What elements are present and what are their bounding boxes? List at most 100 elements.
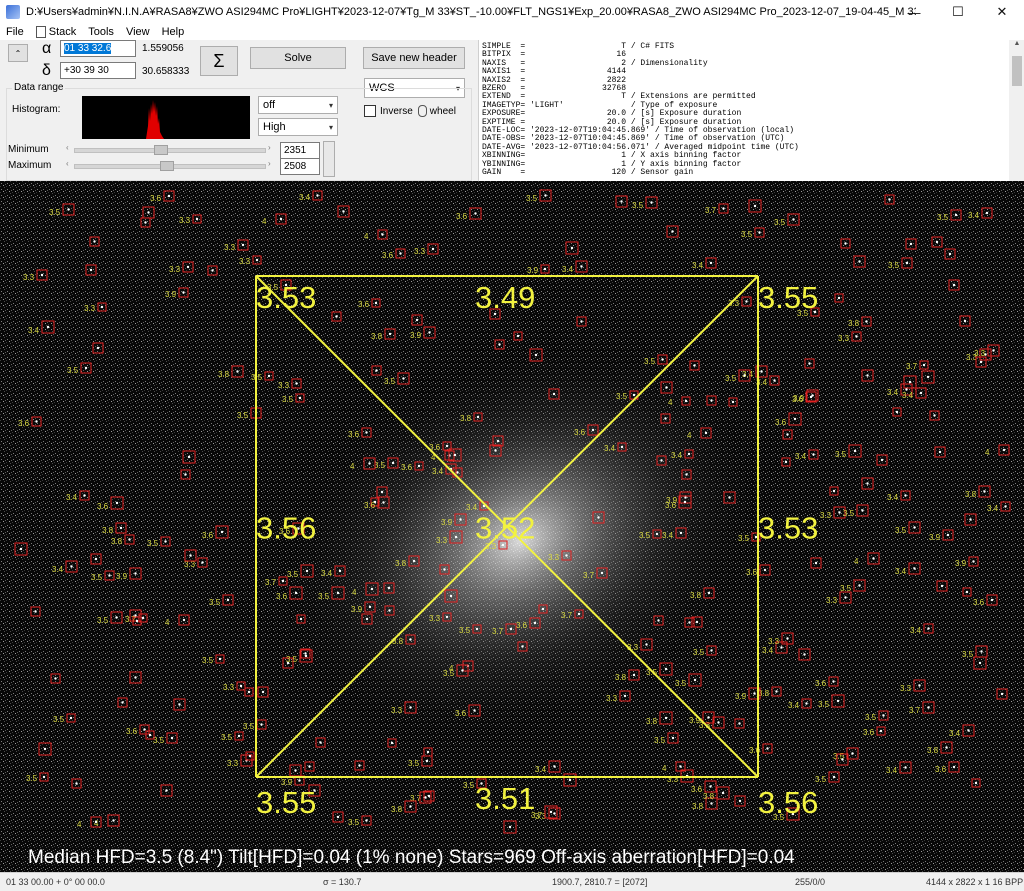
hfd-summary: Median HFD=3.5 (8.4") Tilt[HFD]=0.04 (1%… bbox=[28, 847, 795, 868]
star-hfd-label: 3.6 bbox=[150, 194, 162, 203]
quality-select[interactable]: High ▾ bbox=[258, 118, 338, 136]
minimum-slider[interactable] bbox=[74, 148, 266, 153]
star-hfd-label: 3.4 bbox=[562, 265, 574, 274]
star-hfd-label: 3.6 bbox=[973, 598, 985, 607]
star-hfd-label: 3.5 bbox=[282, 395, 294, 404]
star-dot bbox=[178, 703, 181, 706]
star-hfd-label: 3.7 bbox=[492, 627, 504, 636]
minimize-button[interactable]: — bbox=[892, 0, 936, 24]
star-dot bbox=[261, 690, 265, 694]
star-hfd-label: 3.4 bbox=[321, 569, 333, 578]
maximum-input[interactable]: 2508 bbox=[280, 158, 320, 175]
star-dot bbox=[909, 242, 913, 246]
min-slider-right-arrow[interactable]: › bbox=[268, 143, 271, 152]
star-dot bbox=[241, 243, 245, 247]
tool-panel: ⌃ α δ 01 33 32.6 +30 39 30 1.559056 30.6… bbox=[0, 40, 476, 181]
star-dot bbox=[665, 386, 668, 389]
dec-input[interactable]: +30 39 30 bbox=[60, 62, 136, 79]
min-slider-left-arrow[interactable]: ‹ bbox=[66, 143, 69, 152]
star-dot bbox=[980, 650, 983, 653]
scroll-up-icon[interactable]: ▲ bbox=[1009, 40, 1024, 47]
star-dot bbox=[671, 736, 675, 740]
star-dot bbox=[135, 619, 139, 623]
minimum-input[interactable]: 2351 bbox=[280, 142, 320, 159]
star-dot bbox=[96, 346, 100, 350]
star-dot bbox=[247, 690, 251, 694]
star-dot bbox=[387, 586, 391, 590]
ra-decimal: 1.559056 bbox=[142, 43, 184, 54]
maximize-button[interactable]: ☐ bbox=[936, 0, 980, 24]
star-hfd-label: 3.5 bbox=[384, 377, 396, 386]
star-dot bbox=[553, 812, 556, 815]
star-hfd-label: 3.6 bbox=[358, 300, 370, 309]
star-dot bbox=[93, 240, 96, 243]
star-hfd-label: 3.5 bbox=[725, 374, 737, 383]
app-icon bbox=[6, 5, 20, 19]
star-hfd-label: 3.6 bbox=[97, 502, 109, 511]
star-dot bbox=[454, 535, 458, 539]
image-canvas[interactable]: 3.33.33.63.93.83.53.43.83.73.73.93.53.93… bbox=[0, 181, 1024, 872]
tilt-value-center: 3.52 bbox=[475, 511, 535, 546]
stretch-select[interactable]: off ▾ bbox=[258, 96, 338, 114]
image-viewer[interactable]: 3.3 3.3 3.6 3.9 3.8 3.5 3.4 3.8 3.7 3.7 3.9 3.5 3.9 3… bbox=[0, 181, 1024, 872]
star-hfd-label: 3.5 bbox=[243, 722, 255, 731]
expand-button[interactable]: ⌃ bbox=[8, 44, 28, 62]
star-dot bbox=[927, 627, 930, 630]
star-dot bbox=[972, 560, 975, 563]
star-dot bbox=[70, 565, 73, 568]
star-hfd-label: 3.4 bbox=[604, 444, 616, 453]
star-hfd-label: 3.5 bbox=[463, 781, 475, 790]
star-hfd-label: 3.9 bbox=[955, 559, 967, 568]
star-dot bbox=[134, 614, 137, 617]
star-hfd-label: 3.3 bbox=[239, 257, 251, 266]
minimum-slider-thumb[interactable] bbox=[154, 145, 168, 155]
star-dot bbox=[391, 461, 395, 465]
star-hfd-label: 3.6 bbox=[516, 621, 528, 630]
star-dot bbox=[445, 615, 449, 619]
title-bar: D:¥Users¥admin¥N.I.N.A¥RASA8¥ZWO ASI294M… bbox=[0, 0, 1024, 24]
star-dot bbox=[336, 815, 340, 819]
star-dot bbox=[580, 265, 583, 268]
star-hfd-label: 3.7 bbox=[561, 611, 573, 620]
max-slider-right-arrow[interactable]: › bbox=[268, 159, 271, 168]
star-dot bbox=[695, 620, 699, 624]
menu-stack[interactable]: Stack bbox=[30, 26, 83, 38]
maximum-slider-thumb[interactable] bbox=[160, 161, 174, 171]
menu-tools[interactable]: Tools bbox=[82, 26, 120, 38]
save-header-button[interactable]: Save new header bbox=[363, 47, 465, 69]
star-hfd-label: 3.6 bbox=[18, 419, 30, 428]
range-spinner[interactable] bbox=[323, 141, 335, 177]
ra-input[interactable]: 01 33 32.6 bbox=[60, 40, 136, 57]
header-scrollbar-thumb[interactable] bbox=[1012, 56, 1022, 86]
star-dot bbox=[494, 449, 497, 452]
star-hfd-label: 3.8 bbox=[395, 559, 407, 568]
menu-file[interactable]: File bbox=[0, 26, 30, 38]
star-hfd-label: 4 bbox=[985, 448, 990, 457]
star-dot bbox=[336, 591, 340, 595]
star-hfd-label: 3.5 bbox=[374, 461, 386, 470]
star-dot bbox=[963, 319, 967, 323]
star-dot bbox=[709, 785, 712, 788]
menu-view[interactable]: View bbox=[120, 26, 156, 38]
max-slider-left-arrow[interactable]: ‹ bbox=[66, 159, 69, 168]
fits-header-panel[interactable]: SIMPLE = T / C# FITS BITPIX = 16 NAXIS = 2… bbox=[478, 40, 1024, 181]
star-hfd-label: 3.6 bbox=[348, 430, 360, 439]
star-dot bbox=[279, 217, 283, 221]
sum-button[interactable]: Σ bbox=[200, 46, 238, 76]
star-dot bbox=[935, 240, 939, 244]
star-dot bbox=[918, 684, 921, 687]
solve-button[interactable]: Solve bbox=[250, 47, 346, 69]
star-hfd-label: 3.8 bbox=[703, 792, 715, 801]
star-hfd-label: 3.8 bbox=[965, 490, 977, 499]
star-dot bbox=[838, 511, 841, 514]
star-dot bbox=[295, 382, 298, 385]
menu-help[interactable]: Help bbox=[156, 26, 191, 38]
star-dot bbox=[623, 694, 627, 698]
star-dot bbox=[370, 587, 374, 591]
star-dot bbox=[294, 591, 298, 595]
header-scrollbar[interactable]: ▲ bbox=[1009, 40, 1024, 181]
star-hfd-label: 3.3 bbox=[436, 536, 448, 545]
close-button[interactable]: ✕ bbox=[980, 0, 1024, 24]
histogram-view[interactable] bbox=[82, 96, 250, 139]
star-hfd-label: 3.4 bbox=[887, 493, 899, 502]
